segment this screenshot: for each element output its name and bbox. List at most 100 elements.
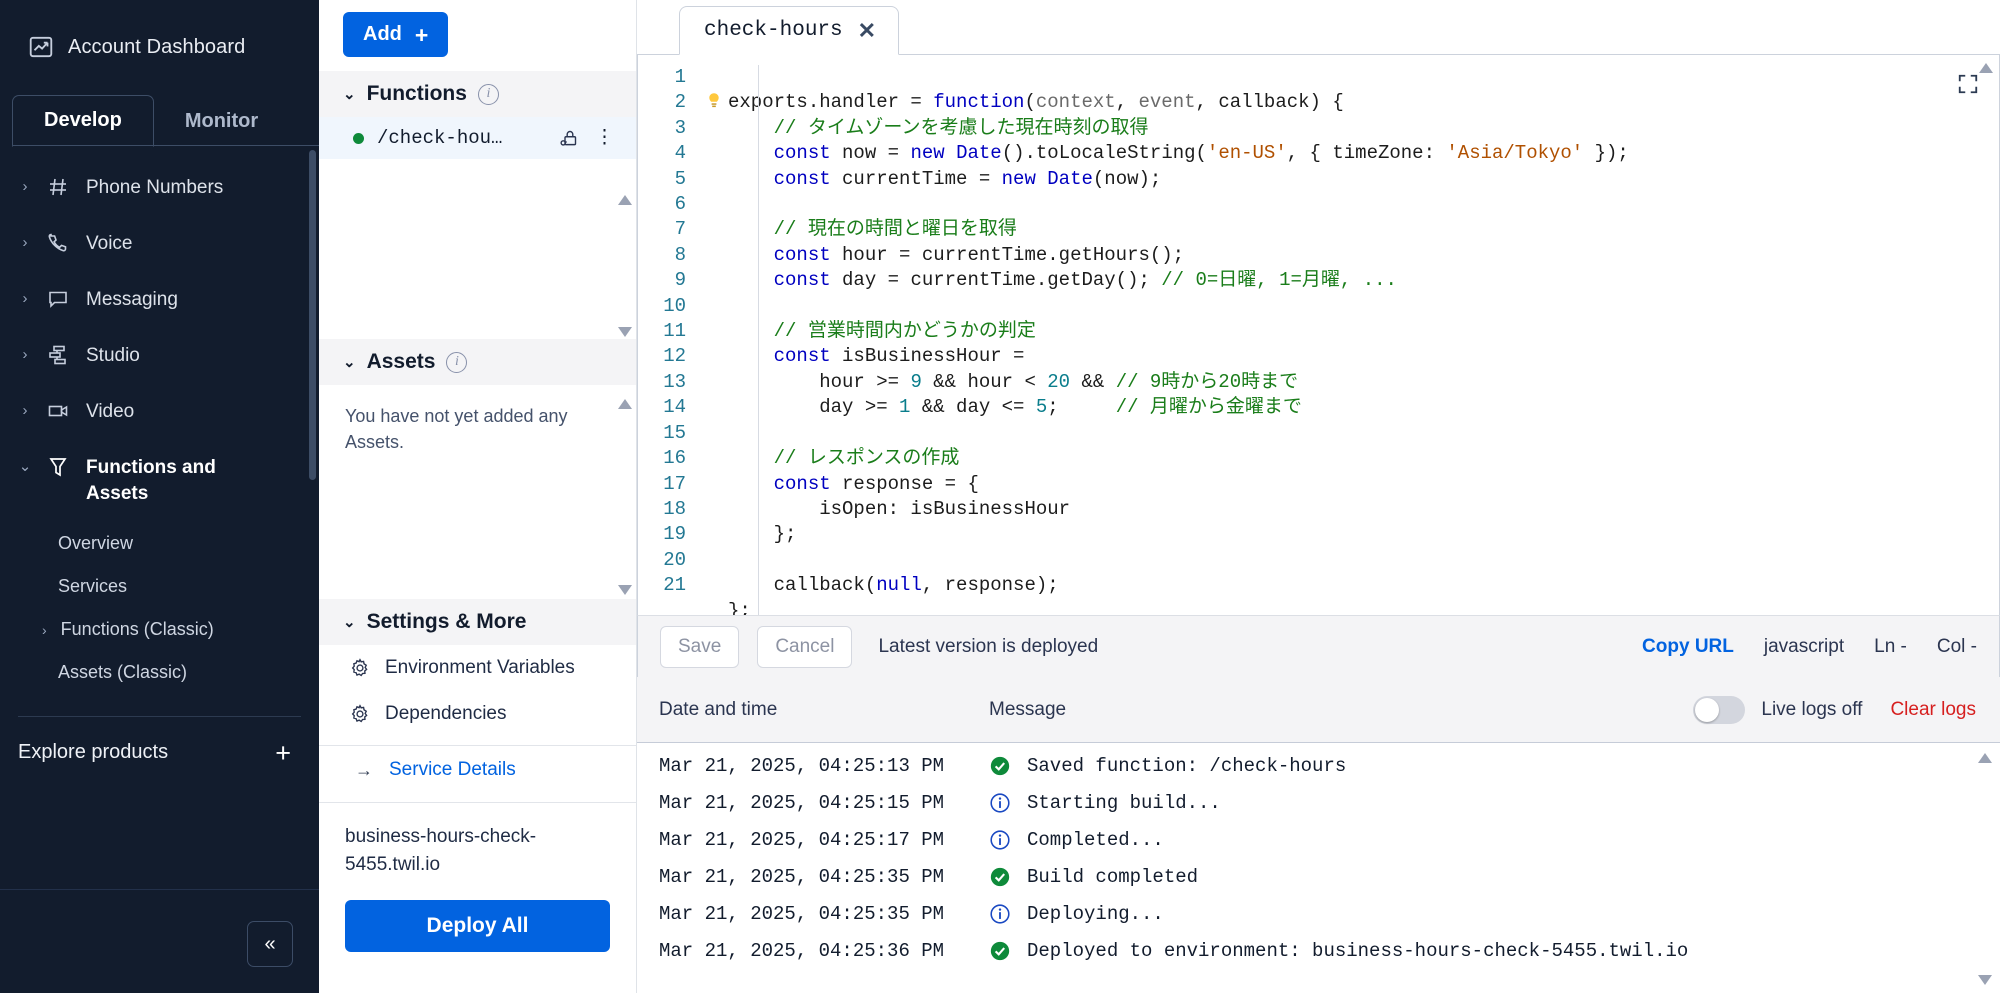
indent-rule <box>758 65 759 615</box>
save-button[interactable]: Save <box>660 625 740 668</box>
logs-scroll-up-arrow[interactable] <box>1978 753 1992 763</box>
deploy-status-text: Latest version is deployed <box>878 635 1099 657</box>
sidebar-item-overview[interactable]: Overview <box>0 522 319 565</box>
editor-tab-bar: check-hours ✕ <box>637 0 2000 55</box>
log-message: Deploying... <box>1027 902 1164 925</box>
nav-bottom-divider <box>0 889 319 890</box>
sidebar-item-video[interactable]: › Video <box>0 384 319 440</box>
plus-icon: + <box>275 737 291 768</box>
cancel-button[interactable]: Cancel <box>757 625 853 668</box>
deploy-all-button[interactable]: Deploy All <box>345 900 610 953</box>
copy-url-button[interactable]: Copy URL <box>1642 636 1734 658</box>
source-code[interactable]: exports.handler = function(context, even… <box>728 65 1999 615</box>
log-date: Mar 21, 2025, 04:25:35 PM <box>659 902 945 925</box>
status-dot-deployed <box>353 132 364 144</box>
sidebar-item-studio[interactable]: › Studio <box>0 328 319 384</box>
info-icon <box>990 792 1010 813</box>
log-date: Mar 21, 2025, 04:25:36 PM <box>659 939 945 962</box>
success-check-icon <box>990 867 1010 886</box>
log-message: Build completed <box>1027 865 1199 888</box>
log-date: Mar 21, 2025, 04:25:13 PM <box>659 754 945 777</box>
code-editor[interactable]: 1 2 3 4 5 6 7 8 9 10 11 12 13 14 15 16 17 18 19 20 21 export… <box>637 55 2000 615</box>
sidebar-item-voice[interactable]: › Voice <box>0 216 319 272</box>
success-check-icon <box>990 756 1010 775</box>
panel-scroll-down-arrow[interactable] <box>618 327 632 337</box>
assets-scroll-up-arrow[interactable] <box>618 399 632 409</box>
assets-list-body: You have not yet added any Assets. <box>319 385 636 599</box>
explore-products-button[interactable]: Explore products + <box>0 717 319 768</box>
info-icon <box>990 903 1010 924</box>
sidebar-label: Voice <box>86 233 133 254</box>
chevron-down-icon: ⌄ <box>18 458 32 475</box>
collapse-sidebar-button[interactable]: « <box>247 921 293 967</box>
explore-products-label: Explore products <box>18 741 169 763</box>
live-logs-label: Live logs off <box>1761 698 1863 720</box>
sidebar-item-messaging[interactable]: › Messaging <box>0 272 319 328</box>
sidebar-label: Phone Numbers <box>86 177 224 198</box>
chevron-right-icon: › <box>22 402 28 419</box>
editor-scroll-up-arrow[interactable] <box>1979 63 1993 73</box>
tab-check-hours[interactable]: check-hours ✕ <box>679 6 900 55</box>
log-message: Saved function: /check-hours <box>1027 754 1347 777</box>
close-icon[interactable]: ✕ <box>858 19 876 41</box>
logs-scroll-down-arrow[interactable] <box>1978 975 1992 985</box>
lock-icon[interactable] <box>558 128 579 149</box>
log-date: Mar 21, 2025, 04:25:17 PM <box>659 828 945 851</box>
chevron-right-icon: › <box>22 290 28 307</box>
clear-logs-button[interactable]: Clear logs <box>1890 699 1976 721</box>
sidebar-label: Studio <box>86 345 140 366</box>
service-details-link[interactable]: → Service Details <box>319 746 636 794</box>
sidebar-item-assets-classic[interactable]: Assets (Classic) <box>0 651 319 694</box>
tab-develop[interactable]: Develop <box>12 95 154 147</box>
nav-scrollbar[interactable] <box>309 150 316 480</box>
menu-item-environment-variables[interactable]: Environment Variables <box>319 645 636 691</box>
sidebar-label: Video <box>86 401 135 422</box>
menu-item-label: Environment Variables <box>385 657 575 678</box>
menu-item-dependencies[interactable]: Dependencies <box>319 691 636 737</box>
add-button[interactable]: Add + <box>343 12 449 57</box>
account-dashboard-link[interactable]: Account Dashboard <box>0 0 319 60</box>
chevron-right-icon: › <box>22 346 28 363</box>
gear-icon <box>351 658 368 677</box>
assets-section-header[interactable]: ⌄ Assets i <box>319 339 636 385</box>
menu-item-label: Dependencies <box>385 703 507 724</box>
sidebar-item-functions-classic[interactable]: › Functions (Classic) <box>0 608 319 651</box>
lightbulb-icon[interactable] <box>706 92 722 110</box>
log-date: Mar 21, 2025, 04:25:35 PM <box>659 865 945 888</box>
info-icon[interactable]: i <box>446 351 468 373</box>
table-row: Mar 21, 2025, 04:25:15 PM Starting build… <box>637 784 2000 821</box>
settings-body: Environment Variables Dependencies → Ser… <box>319 645 636 993</box>
code-area[interactable]: 1 2 3 4 5 6 7 8 9 10 11 12 13 14 15 16 17 18 19 20 21 export… <box>638 55 1999 615</box>
settings-section-header[interactable]: ⌄ Settings & More <box>319 599 636 645</box>
functions-section-header[interactable]: ⌄ Functions i <box>319 71 636 117</box>
add-button-wrap: Add + <box>319 0 636 71</box>
assets-scroll-down-arrow[interactable] <box>618 585 632 595</box>
list-item[interactable]: /check-hou… ⋮ <box>319 117 636 159</box>
functions-section-title: Functions <box>366 82 467 105</box>
expand-icon[interactable] <box>1957 73 1979 95</box>
chevron-right-icon: › <box>22 234 28 251</box>
function-name: /check-hou… <box>377 127 503 149</box>
phone-icon <box>46 231 72 255</box>
assets-empty-message: You have not yet added any Assets. <box>345 406 568 453</box>
tab-monitor[interactable]: Monitor <box>154 97 289 147</box>
sidebar-item-functions-and-assets[interactable]: ⌄ Functions and Assets <box>0 440 319 522</box>
account-dashboard-label: Account Dashboard <box>68 35 246 58</box>
panel-scroll-up-arrow[interactable] <box>618 195 632 205</box>
logs-rows: Mar 21, 2025, 04:25:13 PM Saved function… <box>637 743 2000 993</box>
logs-header: Date and time Message Live logs off Clea… <box>637 677 2000 743</box>
kebab-menu-icon[interactable]: ⋮ <box>595 128 614 147</box>
assets-section-title: Assets <box>366 350 436 373</box>
nav-tabs: Develop Monitor <box>0 88 319 147</box>
hash-icon <box>46 175 72 199</box>
line-number-gutter: 1 2 3 4 5 6 7 8 9 10 11 12 13 14 15 16 17 18 19 20 21 <box>663 66 686 597</box>
sidebar-item-phone-numbers[interactable]: › Phone Numbers <box>0 160 319 216</box>
toggle-knob <box>1695 697 1720 722</box>
info-icon[interactable]: i <box>477 83 499 105</box>
sidebar-label: Functions and Assets <box>86 457 216 504</box>
language-indicator: javascript <box>1763 635 1845 657</box>
double-chevron-left-icon: « <box>264 932 276 955</box>
live-logs-toggle[interactable] <box>1693 695 1746 724</box>
sidebar-item-services[interactable]: Services <box>0 565 319 608</box>
sidebar-label: Functions (Classic) <box>60 619 214 639</box>
